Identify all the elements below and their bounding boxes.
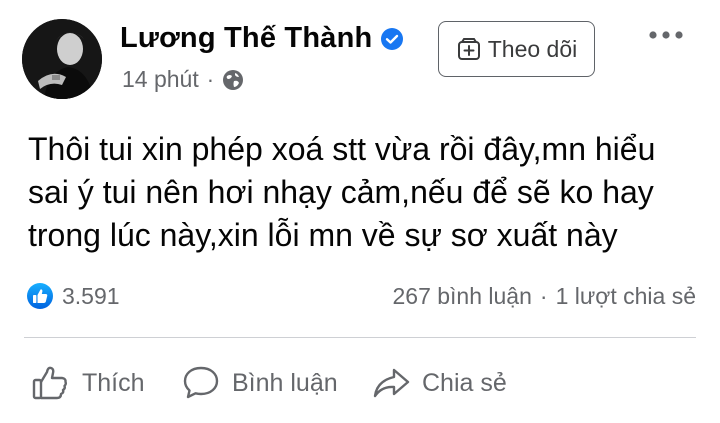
author-name[interactable]: Lương Thế Thành bbox=[120, 22, 372, 55]
avatar[interactable] bbox=[22, 19, 102, 99]
share-label: Chia sẻ bbox=[422, 368, 507, 397]
reactions-count: 3.591 bbox=[62, 282, 120, 309]
stats-separator: · bbox=[539, 282, 548, 309]
verified-badge-icon bbox=[380, 27, 404, 51]
follow-label: Theo dõi bbox=[487, 35, 578, 62]
facebook-post: Lương Thế Thành 14 phút · Theo dõi Thôi … bbox=[0, 0, 720, 423]
follow-button[interactable]: Theo dõi bbox=[438, 21, 595, 77]
like-badge-icon bbox=[26, 282, 54, 310]
post-stats: 3.591 267 bình luận · 1 lượt chia sẻ bbox=[26, 281, 696, 311]
like-button[interactable]: Thích bbox=[30, 362, 180, 404]
reactions-summary[interactable]: 3.591 bbox=[26, 282, 120, 310]
divider bbox=[24, 337, 696, 338]
post-timestamp[interactable]: 14 phút bbox=[122, 66, 199, 93]
stats-right: 267 bình luận · 1 lượt chia sẻ bbox=[392, 283, 696, 310]
globe-icon[interactable] bbox=[222, 69, 244, 91]
like-icon bbox=[30, 362, 72, 404]
post-meta: 14 phút · bbox=[122, 66, 244, 93]
follow-page-icon bbox=[456, 36, 482, 62]
meta-separator: · bbox=[206, 66, 215, 92]
comment-label: Bình luận bbox=[232, 368, 338, 397]
more-horizontal-icon[interactable] bbox=[648, 28, 684, 42]
like-label: Thích bbox=[82, 368, 145, 397]
post-actions: Thích Bình luận Chia sẻ bbox=[30, 362, 507, 404]
comments-count[interactable]: 267 bình luận bbox=[392, 283, 531, 310]
shares-count[interactable]: 1 lượt chia sẻ bbox=[556, 283, 696, 310]
post-text-line: trong lúc này,xin lỗi mn về sự sơ xuất n… bbox=[28, 217, 618, 253]
share-button[interactable]: Chia sẻ bbox=[370, 362, 507, 404]
comment-icon bbox=[180, 362, 222, 404]
post-author[interactable]: Lương Thế Thành bbox=[120, 22, 404, 55]
share-icon bbox=[370, 362, 412, 404]
post-text-line: Thôi tui xin phép xoá stt vừa rồi đây,mn… bbox=[28, 131, 656, 167]
comment-button[interactable]: Bình luận bbox=[180, 362, 370, 404]
post-text: Thôi tui xin phép xoá stt vừa rồi đây,mn… bbox=[28, 128, 688, 257]
post-text-line: sai ý tui nên hơi nhạy cảm,nếu để sẽ ko … bbox=[28, 174, 654, 210]
